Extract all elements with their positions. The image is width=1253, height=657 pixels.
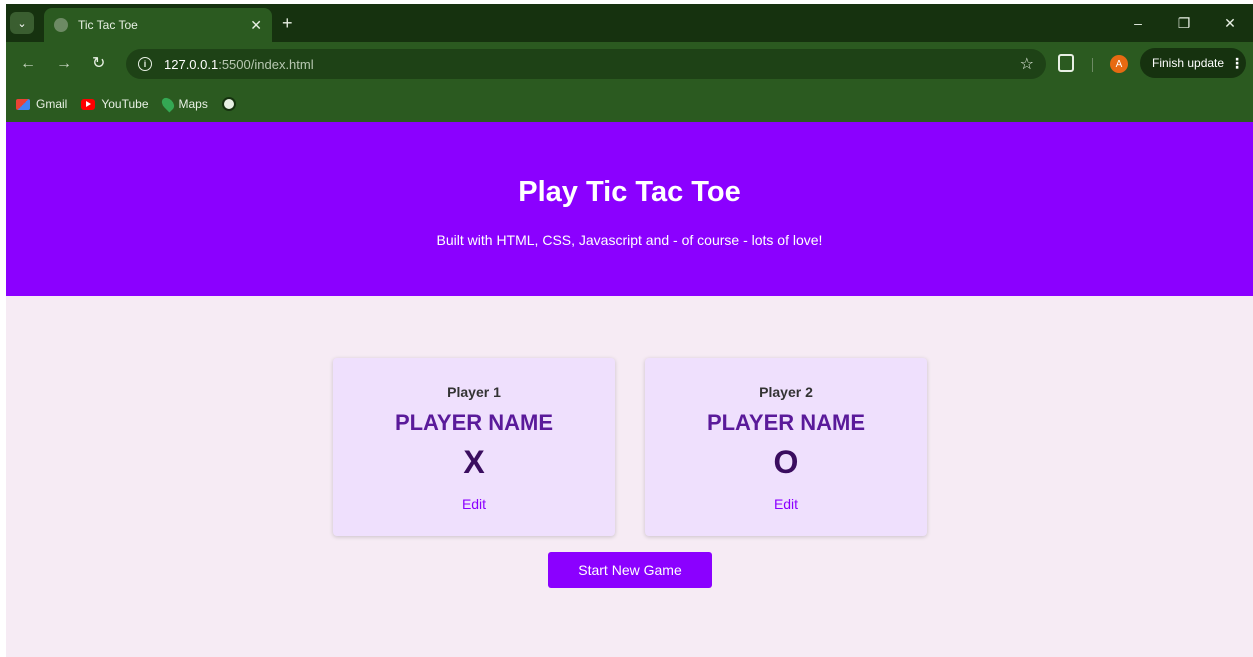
page-header: Play Tic Tac Toe Built with HTML, CSS, J… — [6, 122, 1253, 296]
tab-strip: ⌄ Tic Tac Toe ✕ + – ❐ ✕ — [6, 4, 1253, 42]
finish-update-label: Finish update — [1152, 56, 1225, 70]
url-path: :5500/index.html — [218, 56, 314, 72]
player-symbol: X — [463, 444, 485, 480]
bookmark-label: Gmail — [36, 97, 68, 111]
bookmark-youtube[interactable]: YouTube — [81, 97, 149, 111]
bookmark-label: YouTube — [101, 97, 149, 111]
player-label: Player 2 — [759, 384, 813, 400]
forward-icon[interactable]: → — [56, 54, 72, 74]
address-bar[interactable]: i 127.0.0.1:5500/index.html ☆ — [126, 49, 1046, 79]
window-controls: – ❐ ✕ — [1115, 4, 1253, 42]
bookmark-web[interactable] — [221, 97, 242, 111]
tab-active[interactable]: Tic Tac Toe ✕ — [44, 8, 272, 42]
close-window-icon[interactable]: ✕ — [1207, 4, 1253, 42]
youtube-icon — [81, 98, 96, 110]
page-subtitle: Built with HTML, CSS, Javascript and - o… — [436, 232, 823, 248]
edit-player-1-button[interactable]: Edit — [462, 496, 486, 512]
globe-icon — [221, 97, 236, 111]
toolbar-divider — [1092, 58, 1093, 72]
finish-update-button[interactable]: Finish update ⋮ — [1140, 48, 1246, 78]
new-tab-button[interactable]: + — [282, 12, 293, 34]
bookmark-star-icon[interactable]: ☆ — [1020, 54, 1034, 74]
more-icon: ⋮ — [1230, 54, 1245, 71]
player-symbol: O — [773, 444, 799, 480]
player-2-card: Player 2 PLAYER NAME O Edit — [645, 358, 927, 536]
profile-avatar[interactable]: A — [1110, 55, 1128, 73]
bookmark-maps[interactable]: Maps — [159, 95, 208, 113]
chevron-down-icon: ⌄ — [17, 17, 27, 30]
maps-icon — [159, 95, 176, 113]
edit-player-2-button[interactable]: Edit — [774, 496, 798, 512]
page-content: Play Tic Tac Toe Built with HTML, CSS, J… — [6, 122, 1253, 657]
bookmarks-bar: Gmail YouTube Maps — [6, 86, 1253, 122]
globe-icon — [54, 18, 68, 32]
info-icon[interactable]: i — [138, 57, 152, 71]
reload-icon[interactable]: ↻ — [92, 54, 105, 74]
gmail-icon — [16, 98, 30, 110]
tab-title: Tic Tac Toe — [78, 18, 138, 32]
player-1-card: Player 1 PLAYER NAME X Edit — [333, 358, 615, 536]
player-label: Player 1 — [447, 384, 501, 400]
page-title: Play Tic Tac Toe — [518, 176, 741, 208]
url-host: 127.0.0.1 — [164, 56, 219, 72]
back-icon[interactable]: ← — [20, 54, 36, 74]
start-new-game-button[interactable]: Start New Game — [548, 552, 712, 588]
extensions-icon[interactable] — [1058, 54, 1074, 72]
close-icon[interactable]: ✕ — [250, 17, 262, 34]
tab-search-button[interactable]: ⌄ — [10, 12, 34, 34]
browser-toolbar: ← → ↻ i 127.0.0.1:5500/index.html ☆ A Fi… — [6, 42, 1253, 86]
restore-icon[interactable]: ❐ — [1161, 4, 1207, 42]
minimize-icon[interactable]: – — [1115, 4, 1161, 42]
bookmark-label: Maps — [178, 97, 208, 111]
bookmark-gmail[interactable]: Gmail — [16, 97, 67, 111]
player-name: PLAYER NAME — [394, 410, 554, 435]
player-name: PLAYER NAME — [706, 410, 866, 435]
